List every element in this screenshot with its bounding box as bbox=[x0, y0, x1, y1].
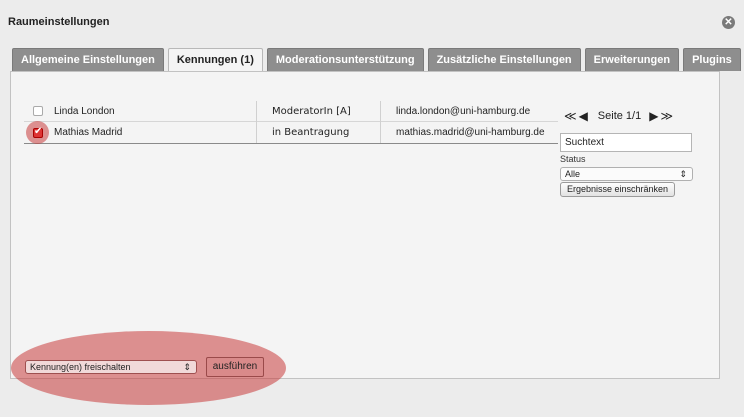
tab-general-settings[interactable]: Allgemeine Einstellungen bbox=[12, 48, 164, 71]
last-page-icon[interactable]: ≫ bbox=[660, 109, 673, 123]
pager: ≪ ◀ Seite 1/1 ▶ ≫ bbox=[564, 109, 694, 123]
row-checkbox[interactable] bbox=[33, 106, 43, 116]
select-caret-icon: ⇕ bbox=[183, 362, 191, 372]
prev-page-icon[interactable]: ◀ bbox=[579, 109, 588, 123]
close-icon[interactable]: ✕ bbox=[722, 16, 735, 29]
tab-plugins[interactable]: Plugins bbox=[683, 48, 741, 71]
table-row: Mathias Madrid in Beantragung mathias.ma… bbox=[24, 121, 558, 144]
user-role: ModeratorIn [A] bbox=[272, 105, 351, 117]
run-action-button[interactable]: ausführen bbox=[206, 357, 264, 377]
status-selected-value: Alle bbox=[565, 169, 581, 179]
accounts-table: Linda London ModeratorIn [A] linda.londo… bbox=[24, 101, 558, 144]
table-row: Linda London ModeratorIn [A] linda.londo… bbox=[24, 101, 558, 122]
user-email: linda.london@uni-hamburg.de bbox=[396, 105, 531, 117]
tab-moderation-support[interactable]: Moderationsunterstützung bbox=[266, 48, 424, 71]
accounts-panel: Linda London ModeratorIn [A] linda.londo… bbox=[10, 71, 720, 405]
tab-additional-settings[interactable]: Zusätzliche Einstellungen bbox=[427, 48, 581, 71]
search-input[interactable]: Suchtext bbox=[560, 133, 692, 152]
user-email: mathias.madrid@uni-hamburg.de bbox=[396, 127, 545, 138]
tab-extensions[interactable]: Erweiterungen bbox=[584, 48, 680, 71]
first-page-icon[interactable]: ≪ bbox=[564, 109, 577, 123]
column-divider bbox=[380, 101, 381, 143]
select-caret-icon: ⇕ bbox=[679, 169, 687, 179]
page-indicator: Seite 1/1 bbox=[597, 110, 642, 122]
status-label: Status bbox=[560, 154, 586, 164]
next-page-icon[interactable]: ▶ bbox=[649, 109, 658, 123]
column-divider bbox=[256, 101, 257, 143]
status-select[interactable]: Alle ⇕ bbox=[560, 167, 693, 181]
tab-accounts[interactable]: Kennungen (1) bbox=[167, 48, 263, 72]
user-name: Linda London bbox=[54, 105, 115, 117]
bulk-action-selected-value: Kennung(en) freischalten bbox=[30, 362, 131, 372]
bulk-action-select[interactable]: Kennung(en) freischalten ⇕ bbox=[25, 360, 197, 374]
row-checkbox[interactable] bbox=[33, 126, 43, 138]
tab-bar: Allgemeine Einstellungen Kennungen (1) M… bbox=[12, 48, 741, 72]
filter-button[interactable]: Ergebnisse einschränken bbox=[560, 182, 675, 197]
user-role: in Beantragung bbox=[272, 127, 350, 138]
dialog-title: Raumeinstellungen bbox=[8, 16, 110, 28]
user-name: Mathias Madrid bbox=[54, 127, 123, 138]
